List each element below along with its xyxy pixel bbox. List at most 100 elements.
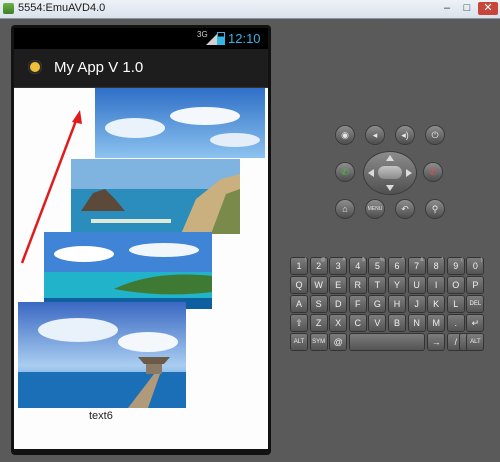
window-titlebar: 5554:EmuAVD4.0 – □ ✕ bbox=[0, 0, 500, 19]
key-f[interactable]: F bbox=[349, 296, 366, 312]
key-arrow[interactable]: → bbox=[428, 334, 445, 350]
key-row4-1[interactable]: Z bbox=[310, 315, 327, 331]
key-shift-label: ( bbox=[461, 257, 463, 263]
key-1[interactable]: 1! bbox=[291, 257, 307, 274]
key-row4-7[interactable]: M bbox=[428, 315, 445, 331]
key-label: V bbox=[374, 318, 381, 328]
close-button[interactable]: ✕ bbox=[478, 2, 498, 15]
dpad-down-icon[interactable] bbox=[386, 185, 394, 191]
key-at[interactable]: @ bbox=[330, 334, 347, 350]
dpad-up-icon[interactable] bbox=[386, 155, 394, 161]
key-label: Z bbox=[315, 318, 322, 328]
key-label: T bbox=[374, 280, 381, 290]
caption-text: text6 bbox=[89, 410, 113, 422]
search-icon[interactable]: ⚲ bbox=[426, 200, 444, 218]
key-0[interactable]: 0) bbox=[467, 257, 484, 274]
key-9[interactable]: 9( bbox=[447, 257, 464, 274]
key-q[interactable]: Q bbox=[291, 277, 307, 293]
key-row4-5[interactable]: B bbox=[389, 315, 405, 331]
key-space[interactable] bbox=[349, 334, 424, 350]
dpad-left-icon[interactable] bbox=[368, 169, 374, 177]
key-label: E bbox=[335, 280, 342, 290]
key-u[interactable]: U bbox=[408, 277, 425, 293]
key-row4-0[interactable]: ⇧ bbox=[291, 315, 307, 331]
key-sym[interactable]: SYM bbox=[310, 334, 327, 350]
power-icon[interactable]: ⏻ bbox=[426, 126, 444, 144]
key-t[interactable]: T bbox=[369, 277, 386, 293]
key-label: Q bbox=[295, 280, 303, 290]
key-label: ALT bbox=[293, 339, 305, 345]
key-s[interactable]: S bbox=[310, 296, 327, 312]
key-k[interactable]: K bbox=[428, 296, 445, 312]
key-8[interactable]: 8 * bbox=[428, 257, 445, 274]
key-p[interactable]: P bbox=[467, 277, 484, 293]
volume-up-icon[interactable]: ◂) bbox=[396, 126, 414, 144]
key-a[interactable]: A bbox=[291, 296, 307, 312]
battery-icon bbox=[217, 32, 225, 45]
key-label: 8 bbox=[433, 261, 439, 271]
hardware-keyboard: 1! 2 @3 #4 $5% 6 ^ 7 & 8 * 9(0) Q W E R T Y U I O P A S D F G H J K L D… bbox=[291, 257, 490, 353]
red-arrow-annotation bbox=[20, 110, 82, 264]
key-j[interactable]: J bbox=[408, 296, 425, 312]
key-r[interactable]: R bbox=[349, 277, 366, 293]
key-o[interactable]: O bbox=[447, 277, 464, 293]
key-label: SYM bbox=[312, 339, 326, 345]
dpad-right-icon[interactable] bbox=[406, 169, 412, 177]
camera-icon[interactable]: ◉ bbox=[336, 126, 354, 144]
key-del[interactable]: DEL bbox=[467, 296, 484, 312]
key-w[interactable]: W bbox=[310, 277, 327, 293]
action-bar: My App V 1.0 bbox=[14, 49, 268, 88]
key-row4-4[interactable]: V bbox=[369, 315, 386, 331]
key-label: G bbox=[373, 299, 381, 309]
menu-button[interactable]: MENU bbox=[366, 200, 384, 218]
key-alt-right[interactable]: ALT bbox=[467, 334, 484, 350]
key-row4-6[interactable]: N bbox=[408, 315, 425, 331]
key-label: J bbox=[414, 299, 419, 309]
key-shift-label: @ bbox=[320, 257, 326, 263]
key-label: S bbox=[315, 299, 322, 309]
status-clock: 12:10 bbox=[228, 31, 261, 46]
dpad-center-button[interactable] bbox=[378, 166, 402, 179]
status-bar: 3G 12:10 bbox=[14, 28, 268, 49]
key-i[interactable]: I bbox=[428, 277, 445, 293]
key-label: 0 bbox=[472, 261, 478, 271]
key-row4-8[interactable]: . bbox=[447, 315, 464, 331]
key-g[interactable]: G bbox=[369, 296, 386, 312]
minimize-button[interactable]: – bbox=[438, 2, 456, 15]
key-d[interactable]: D bbox=[330, 296, 347, 312]
back-icon[interactable]: ↶ bbox=[396, 200, 414, 218]
key-row4-3[interactable]: C bbox=[349, 315, 366, 331]
maximize-button[interactable]: □ bbox=[458, 2, 476, 15]
dpad[interactable] bbox=[364, 152, 416, 194]
key-row4-2[interactable]: X bbox=[330, 315, 347, 331]
key-alt-left[interactable]: ALT bbox=[291, 334, 307, 350]
key-e[interactable]: E bbox=[330, 277, 347, 293]
key-6[interactable]: 6 ^ bbox=[389, 257, 405, 274]
key-label: H bbox=[393, 299, 401, 309]
key-label: . bbox=[454, 318, 458, 328]
volume-down-icon[interactable]: ◂ bbox=[366, 126, 384, 144]
key-5[interactable]: 5% bbox=[369, 257, 386, 274]
key-4[interactable]: 4 $ bbox=[349, 257, 366, 274]
photo-sky[interactable] bbox=[95, 88, 265, 158]
key-label: K bbox=[433, 299, 440, 309]
key-label: C bbox=[354, 318, 362, 328]
key-7[interactable]: 7 & bbox=[408, 257, 425, 274]
call-icon[interactable]: ✆ bbox=[336, 163, 354, 181]
key-3[interactable]: 3 # bbox=[330, 257, 347, 274]
home-icon[interactable]: ⌂ bbox=[336, 200, 354, 218]
key-label: A bbox=[295, 299, 302, 309]
key-h[interactable]: H bbox=[389, 296, 405, 312]
key-label: ↵ bbox=[471, 318, 480, 328]
key-l[interactable]: L bbox=[447, 296, 464, 312]
key-label: ⇧ bbox=[295, 318, 303, 328]
key-label: DEL bbox=[469, 301, 482, 307]
key-row4-9[interactable]: ↵ bbox=[467, 315, 484, 331]
key-y[interactable]: Y bbox=[389, 277, 405, 293]
photo-rocky-island[interactable] bbox=[71, 159, 240, 234]
key-label: L bbox=[453, 299, 459, 309]
end-call-icon[interactable]: ✆ bbox=[424, 163, 442, 181]
key-2[interactable]: 2 @ bbox=[310, 257, 327, 274]
photo-pier[interactable] bbox=[18, 302, 186, 408]
key-label: 9 bbox=[453, 261, 459, 271]
